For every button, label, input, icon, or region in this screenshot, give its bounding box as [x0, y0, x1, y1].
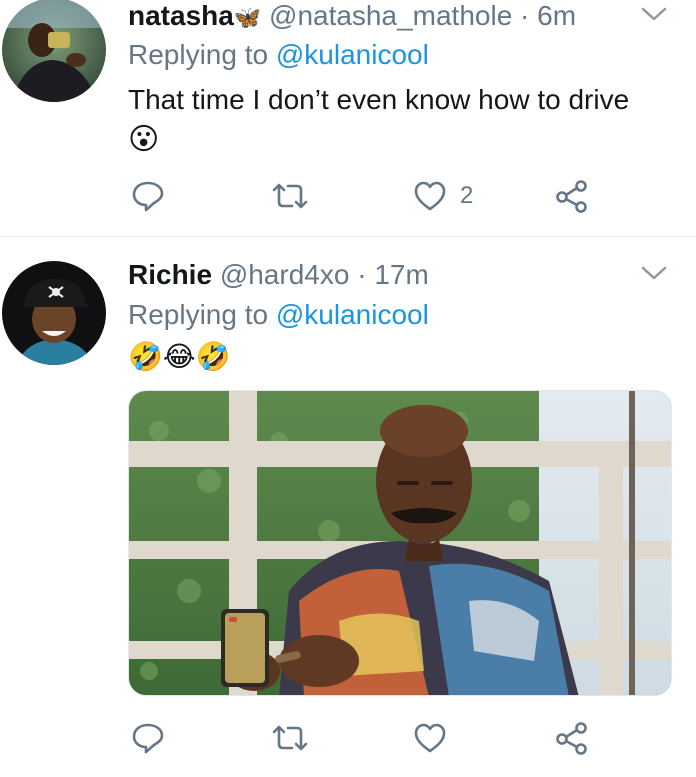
replying-prefix: Replying to — [128, 299, 269, 330]
tweet-actions — [0, 718, 696, 758]
timestamp[interactable]: 17m — [374, 259, 428, 290]
heart-icon — [414, 181, 446, 211]
share-button[interactable] — [554, 176, 590, 216]
heart-icon — [414, 723, 446, 753]
retweet-button[interactable] — [270, 718, 322, 758]
like-count: 2 — [460, 182, 474, 209]
separator: · — [357, 259, 367, 290]
retweet-button[interactable] — [270, 176, 322, 216]
mention-link[interactable]: @kulanicool — [276, 39, 429, 70]
tweet-emoji: 😮 — [128, 123, 160, 156]
share-button[interactable] — [554, 718, 590, 758]
share-icon — [556, 722, 587, 755]
mention-link[interactable]: @kulanicool — [276, 299, 429, 330]
chevron-down-icon[interactable] — [640, 263, 668, 283]
avatar[interactable] — [2, 261, 106, 365]
tweet-photo[interactable] — [128, 390, 672, 696]
share-icon — [556, 180, 587, 213]
reply-button[interactable] — [130, 718, 178, 758]
replying-prefix: Replying to — [128, 39, 269, 70]
handle[interactable]: @natasha_mathole — [269, 0, 512, 31]
tweet-emoji: 🤣😂🤣 — [128, 341, 231, 372]
timestamp[interactable]: 6m — [537, 0, 576, 31]
replying-to: Replying to @kulanicool — [128, 38, 429, 72]
tweet-actions: 2 — [0, 176, 696, 216]
like-button[interactable]: 2 — [412, 176, 473, 216]
reply-icon — [132, 723, 164, 754]
butterfly-emoji: 🦋 — [233, 5, 262, 30]
avatar[interactable] — [2, 0, 106, 102]
reply-icon — [132, 181, 164, 212]
handle[interactable]: @hard4xo — [220, 259, 350, 290]
tweet-header: natasha🦋 @natasha_mathole · 6m — [128, 0, 576, 32]
retweet-icon — [272, 725, 308, 751]
tweet-text: That time I don’t even know how to drive — [128, 84, 630, 115]
display-name[interactable]: natasha — [128, 0, 234, 31]
retweet-icon — [272, 183, 308, 209]
replying-to: Replying to @kulanicool — [128, 298, 429, 332]
display-name[interactable]: Richie — [128, 259, 212, 290]
photo-man-with-phone — [129, 391, 671, 695]
tweet-natasha[interactable]: natasha🦋 @natasha_mathole · 6m Replying … — [0, 0, 696, 236]
separator: · — [520, 0, 530, 31]
chevron-down-icon[interactable] — [640, 4, 668, 24]
tweet-header: Richie @hard4xo · 17m — [128, 259, 429, 291]
like-button[interactable] — [412, 718, 460, 758]
reply-button[interactable] — [130, 176, 178, 216]
